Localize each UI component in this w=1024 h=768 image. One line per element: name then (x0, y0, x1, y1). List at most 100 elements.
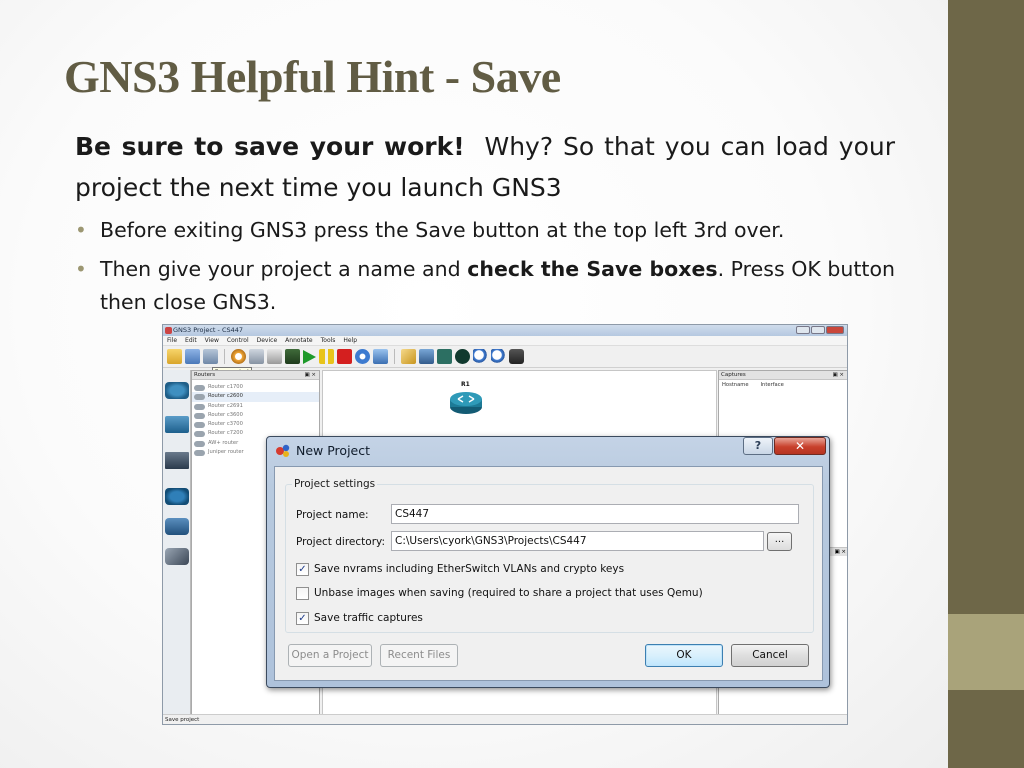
browse-button[interactable]: ... (767, 532, 792, 551)
checkbox-row[interactable]: Unbase images when saving (required to s… (296, 586, 703, 600)
routers-category-icon[interactable] (165, 382, 189, 399)
bullet-dot-icon: • (75, 218, 87, 242)
gns3-screenshot: GNS3 Project - CS447 File Edit View Cont… (162, 324, 848, 725)
app-titlebar: GNS3 Project - CS447 (163, 325, 847, 336)
router-item[interactable]: Router c3600 (192, 411, 319, 420)
bullet-item: • Before exiting GNS3 press the Save but… (75, 214, 895, 247)
minimize-button[interactable] (796, 326, 810, 334)
save-captures-checkbox[interactable]: ✓ (296, 611, 309, 625)
menu-view[interactable]: View (205, 336, 219, 345)
captures-panel-title: Captures (721, 372, 746, 378)
slide-title: GNS3 Helpful Hint - Save (64, 51, 561, 102)
menu-file[interactable]: File (167, 336, 177, 345)
draw-ellipse-icon[interactable] (455, 349, 470, 364)
snapshot-icon[interactable] (249, 349, 264, 364)
device-type-sidebar (163, 370, 191, 724)
security-devices-category-icon[interactable] (165, 488, 189, 505)
checkbox-label[interactable]: Save traffic captures (314, 611, 423, 625)
router-node-icon[interactable] (449, 391, 483, 415)
checkbox-row[interactable]: ✓ Save nvrams including EtherSwitch VLAN… (296, 562, 624, 576)
panel-float-close-icon[interactable]: ▣ × (304, 371, 316, 380)
window-controls (796, 326, 844, 334)
dialog-body: Project settings Project name: Project d… (274, 466, 823, 681)
start-all-icon[interactable] (303, 349, 316, 364)
switches-category-icon[interactable] (165, 416, 189, 433)
lead-bold: Be sure to save your work! (75, 132, 465, 161)
end-devices-category-icon[interactable] (165, 452, 189, 469)
toolbar-separator (394, 349, 395, 364)
menu-control[interactable]: Control (227, 336, 249, 345)
router-item-selected[interactable]: Router c2600 (192, 392, 319, 402)
bullet-text-bold: check the Save boxes (467, 257, 718, 281)
captures-columns: Hostname Interface (719, 380, 847, 390)
panel-float-close-icon[interactable]: ▣ × (834, 548, 846, 557)
dialog-title: New Project (296, 443, 371, 458)
recent-files-button[interactable]: Recent Files (380, 644, 458, 667)
bullet-list: • Before exiting GNS3 press the Save but… (75, 214, 895, 319)
add-note-icon[interactable] (401, 349, 416, 364)
save-project-icon[interactable] (203, 349, 218, 364)
routers-panel-header: Routers ▣ × (192, 371, 319, 380)
virtualbox-icon[interactable] (373, 349, 388, 364)
router-item[interactable]: Router c3700 (192, 420, 319, 429)
maximize-button[interactable] (811, 326, 825, 334)
app-menubar: File Edit View Control Device Annotate T… (163, 336, 847, 346)
unbase-images-checkbox[interactable] (296, 586, 309, 600)
column-header[interactable]: Interface (761, 382, 784, 388)
menu-annotate[interactable]: Annotate (285, 336, 312, 345)
reload-icon[interactable] (355, 349, 370, 364)
insert-picture-icon[interactable] (419, 349, 434, 364)
gns3-dialog-icon (276, 444, 290, 457)
gns3-app-icon (165, 327, 172, 334)
captures-panel-header: Captures ▣ × (719, 371, 847, 380)
router-item[interactable]: Router c1700 (192, 383, 319, 392)
menu-tools[interactable]: Tools (321, 336, 336, 345)
checkbox-row[interactable]: ✓ Save traffic captures (296, 611, 423, 625)
screenshot-icon[interactable] (509, 349, 524, 364)
all-devices-category-icon[interactable] (165, 518, 189, 535)
new-project-icon[interactable] (167, 349, 182, 364)
bullet-text-a: Then give your project a name and (100, 257, 468, 281)
ok-button[interactable]: OK (645, 644, 723, 667)
group-title: Project settings (292, 477, 378, 491)
cancel-button[interactable]: Cancel (731, 644, 809, 667)
bullet-dot-icon: • (75, 257, 87, 281)
column-header[interactable]: Hostname (722, 382, 749, 388)
open-project-icon[interactable] (185, 349, 200, 364)
console-icon[interactable] (285, 349, 300, 364)
menu-help[interactable]: Help (343, 336, 357, 345)
save-nvrams-checkbox[interactable]: ✓ (296, 562, 309, 576)
fit-view-icon[interactable] (267, 349, 282, 364)
project-directory-input[interactable] (391, 531, 764, 551)
router-item[interactable]: Router c2691 (192, 402, 319, 411)
dialog-close-button[interactable]: ✕ (774, 437, 826, 455)
checkbox-label[interactable]: Unbase images when saving (required to s… (314, 586, 703, 600)
app-toolbar (163, 346, 847, 368)
toolbar-separator (224, 349, 225, 364)
project-directory-label: Project directory: (296, 536, 386, 548)
project-name-input[interactable] (391, 504, 799, 524)
node-label: R1 (461, 381, 470, 388)
bullet-item: • Then give your project a name and chec… (75, 253, 895, 319)
open-project-button[interactable]: Open a Project (288, 644, 372, 667)
window-close-button[interactable] (826, 326, 844, 334)
project-name-label: Project name: (296, 509, 369, 521)
menu-device[interactable]: Device (257, 336, 278, 345)
app-window-title: GNS3 Project - CS447 (173, 326, 244, 334)
zoom-in-icon[interactable] (473, 349, 488, 364)
bullet-text: Before exiting GNS3 press the Save butto… (100, 218, 785, 242)
draw-rectangle-icon[interactable] (437, 349, 452, 364)
zoom-out-icon[interactable] (491, 349, 506, 364)
side-decor-accent (948, 614, 1024, 690)
suspend-all-icon[interactable] (319, 349, 334, 364)
help-button[interactable]: ? (743, 437, 773, 455)
clock-icon[interactable] (231, 349, 246, 364)
routers-panel-title: Routers (194, 372, 216, 378)
new-project-dialog: New Project ? ✕ Project settings Project… (266, 436, 830, 688)
stop-all-icon[interactable] (337, 349, 352, 364)
add-link-category-icon[interactable] (165, 548, 189, 565)
checkbox-label[interactable]: Save nvrams including EtherSwitch VLANs … (314, 562, 624, 576)
panel-float-close-icon[interactable]: ▣ × (832, 371, 844, 380)
app-status-bar: Save project (163, 714, 847, 724)
menu-edit[interactable]: Edit (185, 336, 197, 345)
